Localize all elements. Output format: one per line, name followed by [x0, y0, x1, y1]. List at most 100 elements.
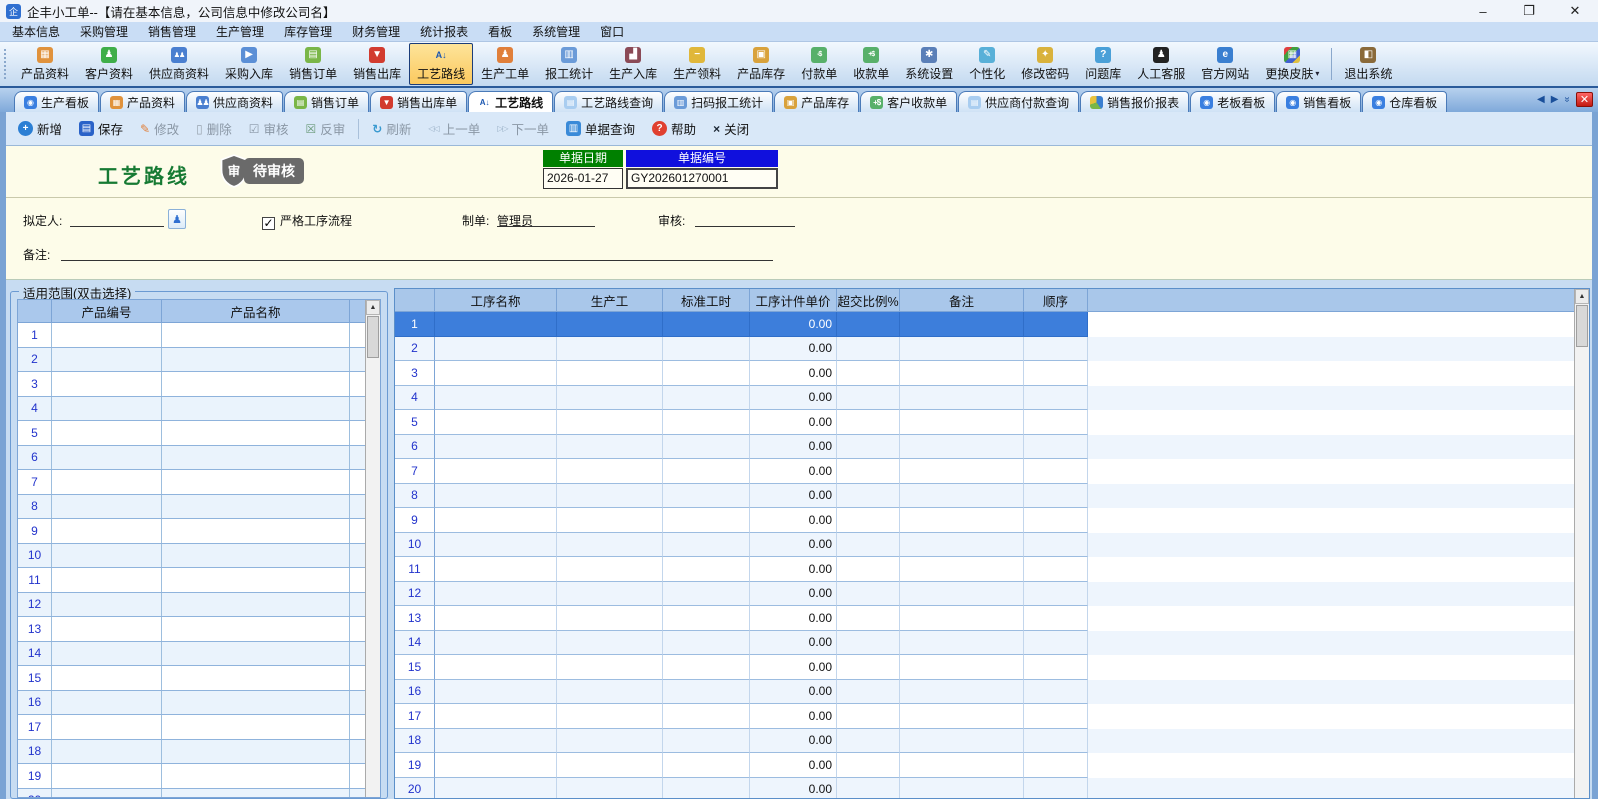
- grid-row[interactable]: 120.00: [395, 582, 1574, 607]
- tab-14[interactable]: ◉销售看板: [1276, 91, 1361, 112]
- table-cell[interactable]: [52, 348, 162, 372]
- grid-row[interactable]: 130.00: [395, 606, 1574, 631]
- tab-6[interactable]: A↓工艺路线: [468, 91, 553, 112]
- table-row[interactable]: 3: [18, 372, 365, 397]
- dropdown-caret-icon[interactable]: ▾: [1315, 69, 1319, 78]
- table-row[interactable]: 8: [18, 495, 365, 520]
- grid-cell[interactable]: [900, 778, 1024, 799]
- grid-cell[interactable]: [837, 459, 900, 484]
- grid-cell[interactable]: [1024, 606, 1088, 631]
- grid-cell[interactable]: 0.00: [750, 361, 837, 386]
- grid-cell[interactable]: [837, 680, 900, 705]
- toolbar-button-3[interactable]: ♟♟供应商资料: [141, 43, 217, 85]
- table-cell[interactable]: [162, 372, 350, 396]
- grid-cell[interactable]: [435, 704, 557, 729]
- grid-row[interactable]: 70.00: [395, 459, 1574, 484]
- grid-cell[interactable]: [663, 680, 750, 705]
- tab-9[interactable]: ▣产品库存: [774, 91, 859, 112]
- table-cell[interactable]: [52, 691, 162, 715]
- grid-cell[interactable]: [435, 680, 557, 705]
- table-row[interactable]: 20: [18, 789, 365, 798]
- grid-cell[interactable]: [663, 508, 750, 533]
- grid-cell[interactable]: [837, 778, 900, 799]
- grid-cell[interactable]: 0.00: [750, 508, 837, 533]
- grid-cell[interactable]: [900, 508, 1024, 533]
- menu-item-10[interactable]: 窗口: [590, 22, 634, 41]
- grid-cell[interactable]: [435, 631, 557, 656]
- grid-cell[interactable]: 0.00: [750, 655, 837, 680]
- grid-row[interactable]: 110.00: [395, 557, 1574, 582]
- table-cell[interactable]: [162, 568, 350, 592]
- grid-cell[interactable]: [1024, 410, 1088, 435]
- grid-cell[interactable]: [837, 361, 900, 386]
- toolbar-button-14[interactable]: +$收款单: [845, 43, 897, 85]
- grid-cell[interactable]: [900, 606, 1024, 631]
- grid-cell[interactable]: 0.00: [750, 386, 837, 411]
- grid-row[interactable]: 150.00: [395, 655, 1574, 680]
- table-cell[interactable]: [52, 642, 162, 666]
- table-cell[interactable]: [162, 519, 350, 543]
- grid-cell[interactable]: [900, 729, 1024, 754]
- grid-cell[interactable]: [663, 729, 750, 754]
- grid-cell[interactable]: [1024, 655, 1088, 680]
- action-button-4[interactable]: ▯删除: [188, 115, 240, 142]
- toolbar-button-18[interactable]: ?问题库: [1077, 43, 1129, 85]
- grid-cell[interactable]: 0.00: [750, 557, 837, 582]
- grid-cell[interactable]: [837, 435, 900, 460]
- grid-cell[interactable]: [1024, 484, 1088, 509]
- grid-cell[interactable]: 0.00: [750, 582, 837, 607]
- grid-cell[interactable]: [1024, 508, 1088, 533]
- tab-3[interactable]: ♟♟供应商资料: [186, 91, 283, 112]
- table-cell[interactable]: [162, 421, 350, 445]
- menu-item-3[interactable]: 销售管理: [138, 22, 206, 41]
- grid-cell[interactable]: [900, 655, 1024, 680]
- toolbar-button-21[interactable]: ▦更换皮肤▾: [1257, 43, 1327, 85]
- grid-cell[interactable]: [663, 606, 750, 631]
- grid-cell[interactable]: [1024, 435, 1088, 460]
- grid-row[interactable]: 180.00: [395, 729, 1574, 754]
- grid-cell[interactable]: [435, 435, 557, 460]
- grid-row[interactable]: 140.00: [395, 631, 1574, 656]
- grid-cell[interactable]: [435, 606, 557, 631]
- grid-cell[interactable]: [663, 361, 750, 386]
- grid-row[interactable]: 90.00: [395, 508, 1574, 533]
- action-button-10[interactable]: ▥单据查询: [558, 115, 643, 142]
- grid-cell[interactable]: [435, 778, 557, 799]
- grid-cell[interactable]: [837, 704, 900, 729]
- grid-cell[interactable]: [1024, 312, 1088, 337]
- grid-cell[interactable]: [557, 557, 663, 582]
- grid-cell[interactable]: [1024, 386, 1088, 411]
- grid-cell[interactable]: [837, 655, 900, 680]
- menu-item-9[interactable]: 系统管理: [522, 22, 590, 41]
- toolbar-button-7[interactable]: A↓工艺路线: [409, 43, 473, 85]
- tab-12[interactable]: 销售报价报表: [1080, 91, 1189, 112]
- table-row[interactable]: 2: [18, 348, 365, 373]
- table-row[interactable]: 19: [18, 764, 365, 789]
- remark-input[interactable]: [61, 246, 773, 261]
- grid-cell[interactable]: [663, 410, 750, 435]
- grid-row[interactable]: 190.00: [395, 753, 1574, 778]
- table-cell[interactable]: [52, 740, 162, 764]
- table-cell[interactable]: [162, 495, 350, 519]
- toolbar-grip[interactable]: [4, 49, 9, 79]
- grid-cell[interactable]: [557, 704, 663, 729]
- tab-close-button[interactable]: ✕: [1576, 92, 1593, 107]
- table-row[interactable]: 4: [18, 397, 365, 422]
- toolbar-button-9[interactable]: ▥报工统计: [537, 43, 601, 85]
- tab-5[interactable]: ▼销售出库单: [370, 91, 467, 112]
- grid-cell[interactable]: [435, 361, 557, 386]
- restore-button[interactable]: ❐: [1506, 0, 1552, 22]
- grid-cell[interactable]: [837, 606, 900, 631]
- tab-4[interactable]: ▤销售订单: [284, 91, 369, 112]
- grid-cell[interactable]: [435, 410, 557, 435]
- grid-cell[interactable]: [837, 533, 900, 558]
- grid-cell[interactable]: [557, 729, 663, 754]
- grid-row[interactable]: 50.00: [395, 410, 1574, 435]
- grid-cell[interactable]: [435, 729, 557, 754]
- action-button-12[interactable]: ×关闭: [705, 115, 757, 142]
- grid-cell[interactable]: [900, 631, 1024, 656]
- grid-cell[interactable]: [663, 484, 750, 509]
- grid-cell[interactable]: [557, 778, 663, 799]
- table-row[interactable]: 15: [18, 666, 365, 691]
- grid-row[interactable]: 30.00: [395, 361, 1574, 386]
